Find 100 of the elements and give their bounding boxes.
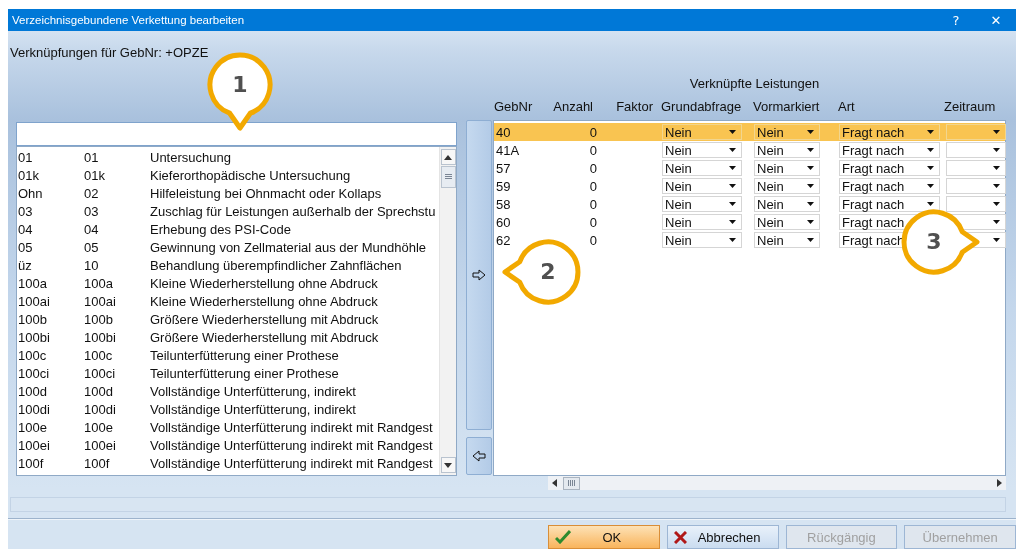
close-button[interactable]: ✕ xyxy=(976,9,1016,31)
list-cell-text: 03 xyxy=(18,203,34,219)
caret-icon xyxy=(993,130,1000,134)
select-dropdown[interactable]: Nein xyxy=(662,232,742,248)
list-cell-text: 01 xyxy=(84,149,100,165)
list-cell-text: 100ci xyxy=(84,365,117,381)
caret-icon xyxy=(807,130,814,134)
table-cell-text: 58 xyxy=(495,196,511,212)
close-icon xyxy=(673,530,687,544)
caret-icon xyxy=(729,220,736,224)
list-cell-text: 100ei xyxy=(84,437,117,453)
ok-button[interactable]: OK xyxy=(548,525,660,549)
caret-icon xyxy=(993,166,1000,170)
add-button[interactable] xyxy=(466,120,492,430)
select-dropdown[interactable] xyxy=(946,178,1006,194)
select-dropdown[interactable]: Nein xyxy=(662,196,742,212)
select-dropdown[interactable]: Nein xyxy=(754,214,820,230)
list-cell-text: 04 xyxy=(84,221,100,237)
list-cell-text: Vollständige Unterfütterung, indirekt xyxy=(150,383,357,399)
caret-icon xyxy=(807,220,814,224)
scroll-thumb[interactable] xyxy=(440,166,456,188)
scroll-right-icon[interactable] xyxy=(997,479,1002,487)
caret-icon xyxy=(927,148,934,152)
group-title: Verknüpfte Leistungen xyxy=(688,76,820,92)
list-cell-text: Kieferorthopädische Untersuchung xyxy=(150,167,352,183)
select-dropdown[interactable]: Nein xyxy=(662,214,742,230)
select-dropdown[interactable]: Fragt nach xyxy=(839,160,940,176)
list-cell-text: 05 xyxy=(84,239,100,255)
help-button[interactable]: ? xyxy=(936,9,976,31)
select-dropdown[interactable] xyxy=(946,160,1006,176)
caret-icon xyxy=(993,148,1000,152)
list-cell-text: 100b xyxy=(84,311,114,327)
select-dropdown[interactable]: Fragt nach xyxy=(839,124,940,140)
column-header: Art xyxy=(837,98,855,114)
select-dropdown[interactable] xyxy=(946,196,1006,212)
remove-button[interactable] xyxy=(466,437,492,475)
select-dropdown[interactable]: Nein xyxy=(662,124,742,140)
table-cell: 0 xyxy=(589,142,598,158)
arrow-left-icon xyxy=(472,450,486,462)
list-cell-text: 100f xyxy=(18,455,45,471)
list-cell-text: 100b xyxy=(18,311,48,327)
select-dropdown[interactable]: Nein xyxy=(754,196,820,212)
list-cell-text: Zuschlag für Leistungen außerhalb der Sprechstu xyxy=(150,203,437,219)
caret-icon xyxy=(927,166,934,170)
select-dropdown[interactable]: Fragt nach xyxy=(839,196,940,212)
list-cell-text: 01k xyxy=(84,167,106,183)
scroll-down-button[interactable] xyxy=(440,457,456,473)
selected-row-highlight[interactable]: 40 0 Nein Nein Fragt nach xyxy=(494,123,1005,141)
select-dropdown[interactable]: Nein xyxy=(754,142,820,158)
list-cell-text: Untersuchung xyxy=(150,149,232,165)
scroll-thumb[interactable] xyxy=(563,476,580,490)
vertical-scrollbar[interactable] xyxy=(439,147,456,475)
list-cell-text: 100bi xyxy=(18,329,51,345)
select-dropdown[interactable] xyxy=(946,124,1006,140)
list-cell-text: 05 xyxy=(18,239,34,255)
list-cell-text: Kleine Wiederherstellung ohne Abdruck xyxy=(150,293,379,309)
list-cell-text: 100ai xyxy=(84,293,117,309)
list-cell-text: 100a xyxy=(84,275,114,291)
caret-icon xyxy=(729,184,736,188)
caret-icon xyxy=(807,148,814,152)
select-dropdown[interactable]: Nein xyxy=(754,124,820,140)
select-dropdown[interactable]: Nein xyxy=(662,142,742,158)
list-cell-text: 100ai xyxy=(18,293,51,309)
caret-icon xyxy=(993,202,1000,206)
list-cell-text: 100di xyxy=(84,401,117,417)
list-cell-text: Teilunterfütterung einer Prothese xyxy=(150,347,340,363)
column-header: Anzahl xyxy=(553,98,594,114)
select-dropdown[interactable]: Fragt nach xyxy=(839,142,940,158)
select-dropdown[interactable]: Nein xyxy=(662,178,742,194)
list-cell-text: 01k xyxy=(18,167,40,183)
cancel-button[interactable]: Abbrechen xyxy=(666,525,779,549)
window-title: Verzeichnisgebundene Verkettung bearbeiten xyxy=(12,14,246,26)
select-dropdown[interactable]: Fragt nach xyxy=(839,178,940,194)
list-cell-text: Hilfeleistung bei Ohnmacht oder Kollaps xyxy=(150,185,383,201)
table-cell-text: 57 xyxy=(495,160,511,176)
scroll-left-icon[interactable] xyxy=(552,479,557,487)
list-cell-text: Teilunterfütterung einer Prothese xyxy=(150,365,340,381)
table-cell-text: 60 xyxy=(495,214,511,230)
scroll-up-button[interactable] xyxy=(440,149,456,165)
list-cell-text: Vollständige Unterfütterung, indirekt xyxy=(150,401,357,417)
select-dropdown[interactable]: Nein xyxy=(754,232,820,248)
table-cell: 0 xyxy=(589,124,598,140)
arrow-right-icon xyxy=(472,269,486,281)
select-dropdown[interactable]: Nein xyxy=(754,178,820,194)
table-cell: 0 xyxy=(589,232,598,248)
list-cell-text: Gewinnung von Zellmaterial aus der Mundhöhle xyxy=(150,239,428,255)
list-cell-text: 02 xyxy=(84,185,100,201)
caret-icon xyxy=(729,238,736,242)
select-dropdown[interactable]: Nein xyxy=(754,160,820,176)
list-cell-text: 100e xyxy=(84,419,114,435)
list-cell-text: Größere Wiederherstellung mit Abdruck xyxy=(150,329,380,345)
list-cell-text: Ohn xyxy=(18,185,44,201)
horizontal-scrollbar[interactable] xyxy=(548,476,1006,490)
select-dropdown[interactable]: Nein xyxy=(662,160,742,176)
table-cell: 0 xyxy=(589,178,598,194)
select-dropdown[interactable] xyxy=(946,142,1006,158)
list-cell-text: üz xyxy=(18,257,33,273)
column-header: Zeitraum xyxy=(943,98,996,114)
list-cell-text: 100f xyxy=(84,455,111,471)
caret-icon xyxy=(807,202,814,206)
